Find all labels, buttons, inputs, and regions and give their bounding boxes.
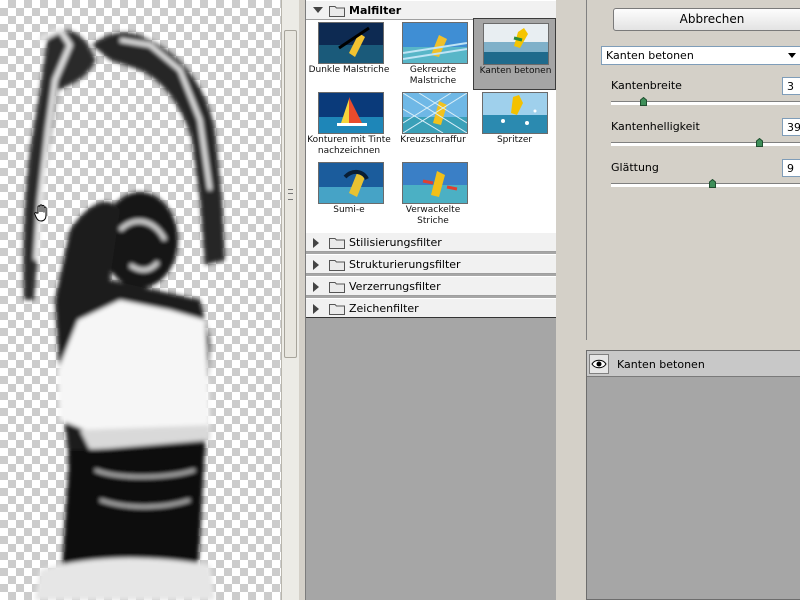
kantenhelligkeit-slider[interactable] [611, 138, 800, 147]
glaettung-slider[interactable] [611, 179, 800, 188]
filter-thumb-kanten-betonen[interactable]: Kanten betonen [473, 18, 556, 90]
filter-select-value: Kanten betonen [606, 49, 694, 62]
expand-triangle-icon [313, 282, 319, 292]
thumb-image [318, 162, 384, 204]
thumb-image [318, 22, 384, 64]
expand-triangle-icon [313, 260, 319, 270]
kantenbreite-slider[interactable] [611, 97, 800, 106]
thumb-caption: Gekreuzte Malstriche [409, 65, 457, 86]
effect-layer-row[interactable]: Kanten betonen [587, 351, 800, 377]
slider-thumb-icon[interactable] [708, 179, 716, 188]
group-label: Zeichenfilter [349, 302, 419, 315]
glaettung-input[interactable]: 9 [782, 159, 800, 177]
thumb-image [402, 162, 468, 204]
filter-thumb-sumi-e[interactable]: Sumi-e [306, 158, 386, 228]
group-label: Stilisierungsfilter [349, 236, 442, 249]
thumb-image [402, 22, 468, 64]
group-header-strukturierungsfilter[interactable]: Strukturierungsfilter [306, 254, 556, 274]
filter-thumb-dunkle-malstriche[interactable]: Dunkle Malstriche [306, 18, 389, 88]
group-header-malfilter[interactable]: Malfilter [306, 0, 556, 20]
effect-layers-panel: Kanten betonen [586, 350, 800, 600]
thumb-image [318, 92, 384, 134]
effect-layer-name: Kanten betonen [617, 358, 705, 371]
scrollbar-grip-icon [288, 189, 293, 200]
hand-tool-icon [34, 204, 47, 222]
thumb-image [402, 92, 468, 134]
param-label-glaettung: Glättung [611, 161, 659, 174]
thumb-caption: Verwackelte Striche [405, 205, 461, 226]
folder-icon [329, 260, 345, 271]
filter-group-malfilter: Malfilter Dunkle Malstriche Gekreuzte Ma… [306, 0, 556, 232]
scrollbar-thumb[interactable] [284, 30, 297, 358]
filter-gallery: Malfilter Dunkle Malstriche Gekreuzte Ma… [305, 0, 556, 600]
filter-select[interactable]: Kanten betonen [601, 46, 800, 65]
visibility-toggle[interactable] [589, 354, 609, 374]
folder-icon [329, 304, 345, 315]
thumb-image [483, 23, 549, 65]
thumb-caption: Konturen mit Tinte nachzeichnen [307, 135, 391, 156]
expand-triangle-icon [313, 7, 323, 13]
group-label: Verzerrungsfilter [349, 280, 441, 293]
cancel-button[interactable]: Abbrechen [613, 8, 800, 31]
preview-canvas[interactable] [0, 0, 281, 600]
thumb-caption: Sumi-e [333, 205, 365, 215]
kantenbreite-input[interactable]: 3 [782, 77, 800, 95]
folder-icon [329, 282, 345, 293]
slider-thumb-icon[interactable] [640, 97, 648, 106]
folder-icon [329, 6, 345, 17]
eye-icon [591, 359, 607, 369]
preview-image [23, 26, 225, 600]
group-header-zeichenfilter[interactable]: Zeichenfilter [306, 298, 556, 318]
filter-thumb-verwackelte-striche[interactable]: Verwackelte Striche [390, 158, 470, 228]
filter-thumb-konturen-tinte[interactable]: Konturen mit Tinte nachzeichnen [306, 88, 391, 158]
preview-scrollbar[interactable] [281, 0, 299, 600]
slider-thumb-icon[interactable] [756, 138, 764, 147]
folder-icon [329, 238, 345, 249]
group-header-verzerrungsfilter[interactable]: Verzerrungsfilter [306, 276, 556, 296]
group-label: Malfilter [349, 4, 402, 17]
thumb-caption: Kanten betonen [479, 66, 552, 76]
param-label-kantenhelligkeit: Kantenhelligkeit [611, 120, 700, 133]
filter-thumb-kreuzschraffur[interactable]: Kreuzschraffur [390, 88, 470, 158]
expand-triangle-icon [313, 304, 319, 314]
filter-thumb-spritzer[interactable]: Spritzer [473, 88, 553, 158]
group-header-stilisierungsfilter[interactable]: Stilisierungsfilter [306, 232, 556, 252]
filter-thumb-gekreuzte-malstriche[interactable]: Gekreuzte Malstriche [390, 18, 470, 88]
thumb-caption: Kreuzschraffur [400, 135, 466, 145]
group-label: Strukturierungsfilter [349, 258, 461, 271]
thumb-image [482, 92, 548, 134]
thumb-caption: Spritzer [496, 135, 533, 145]
chevron-down-icon [788, 53, 796, 58]
expand-triangle-icon [313, 238, 319, 248]
thumb-caption: Dunkle Malstriche [308, 65, 390, 75]
param-label-kantenbreite: Kantenbreite [611, 79, 682, 92]
settings-options: Abbrechen Kanten betonen Kantenbreite 3 … [586, 0, 800, 340]
kantenhelligkeit-input[interactable]: 39 [782, 118, 800, 136]
